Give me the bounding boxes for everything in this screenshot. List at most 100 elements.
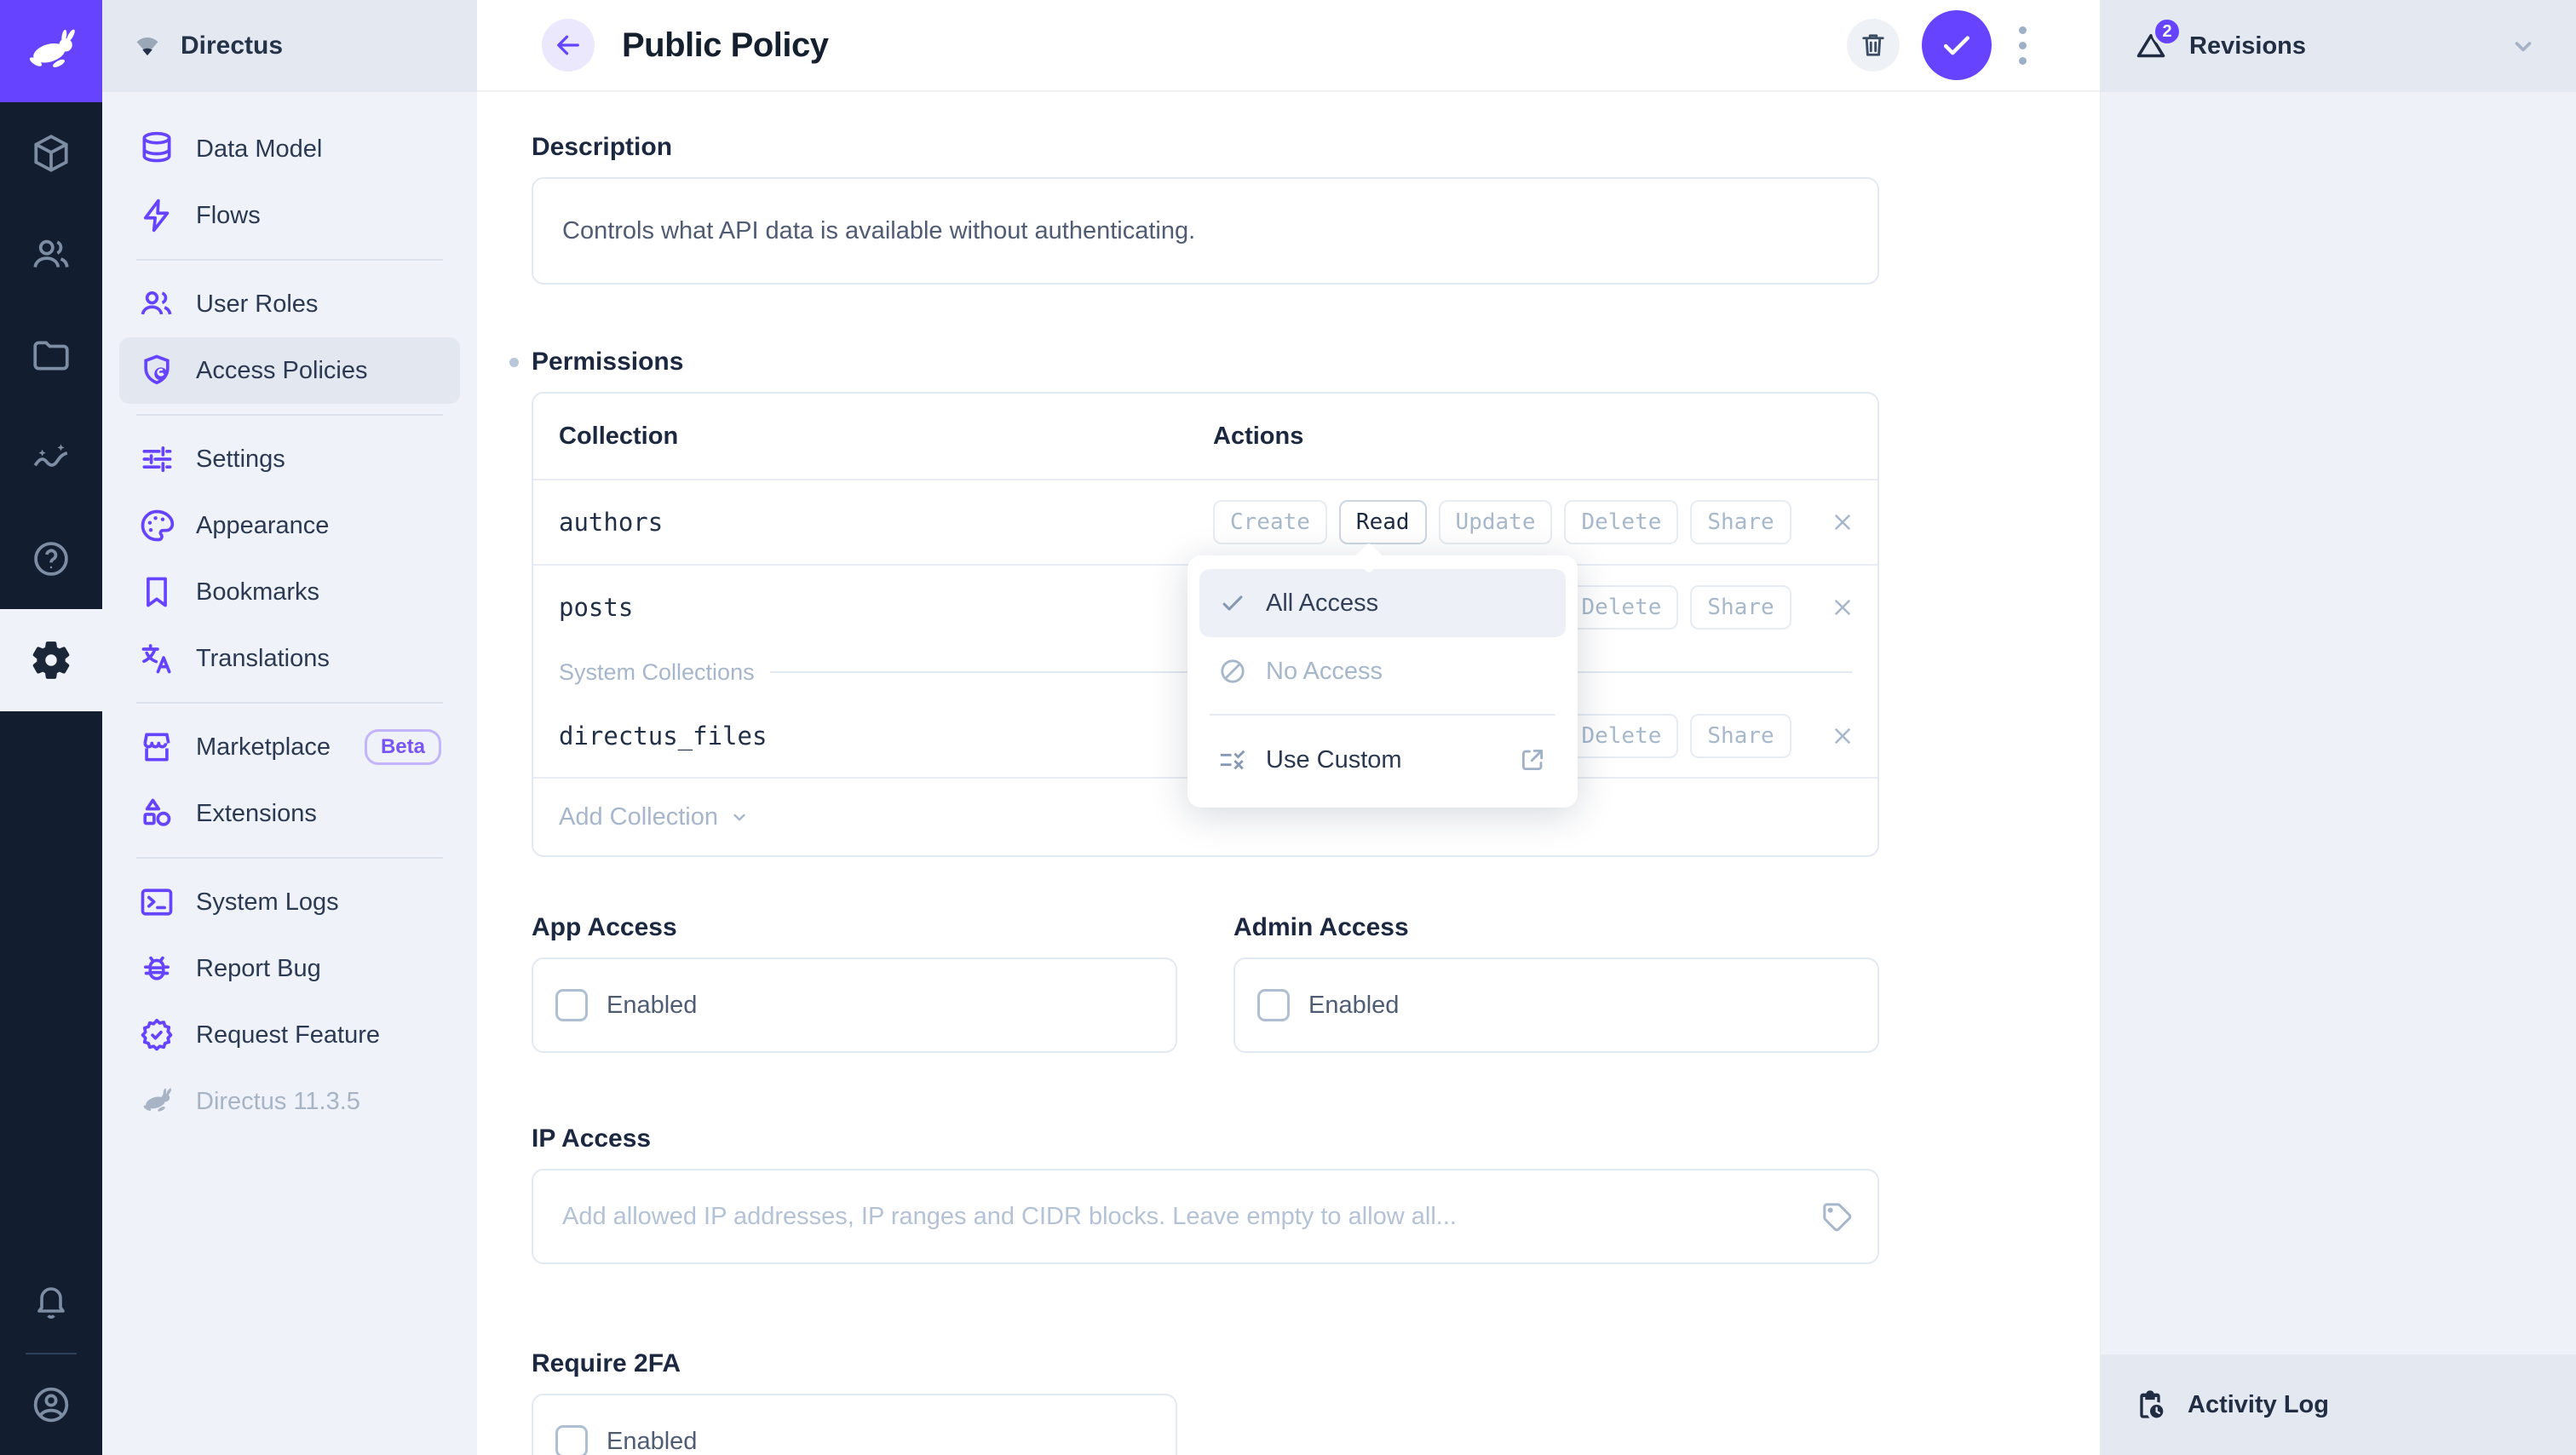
sidebar-item-label: Extensions (196, 800, 317, 828)
nav-divider (136, 857, 443, 859)
revisions-count-badge: 2 (2152, 16, 2182, 47)
module-content-button[interactable] (0, 102, 102, 204)
user-menu-button[interactable] (0, 1354, 102, 1455)
require-2fa-checkbox[interactable] (555, 1425, 588, 1455)
revisions-label: Revisions (2189, 32, 2306, 60)
collection-name: posts (533, 593, 1213, 622)
version-label: Directus 11.3.5 (196, 1088, 360, 1116)
sidebar-item-report-bug[interactable]: Report Bug (119, 935, 460, 1002)
rule-icon (1218, 745, 1247, 774)
table-row-authors: authors Create Read Update Delete Share (533, 479, 1877, 564)
action-delete-button[interactable]: Delete (1564, 714, 1678, 758)
gear-icon (29, 638, 73, 682)
admin-access-field: Admin Access Enabled (1233, 913, 1879, 1053)
tag-icon[interactable] (1820, 1199, 1854, 1234)
extensions-icon (138, 795, 175, 832)
sidebar-item-label: Access Policies (196, 357, 367, 385)
action-update-button[interactable]: Update (1439, 500, 1553, 544)
sidebar-item-label: Report Bug (196, 955, 321, 983)
action-share-button[interactable]: Share (1690, 500, 1791, 544)
sidebar-item-request-feature[interactable]: Request Feature (119, 1002, 460, 1068)
app-access-box: Enabled (532, 958, 1177, 1053)
right-sidebar: 2 Revisions Activity Log (2100, 0, 2576, 1455)
sidebar-item-label: Marketplace (196, 733, 331, 762)
sidebar-item-data-model[interactable]: Data Model (119, 116, 460, 182)
sidebar-item-label: Request Feature (196, 1021, 380, 1050)
action-delete-button[interactable]: Delete (1564, 500, 1678, 544)
sidebar-item-user-roles[interactable]: User Roles (119, 271, 460, 337)
module-settings-button[interactable] (0, 609, 102, 711)
module-files-button[interactable] (0, 305, 102, 406)
account-icon (30, 1383, 72, 1426)
module-insights-button[interactable] (0, 406, 102, 508)
revisions-toggle[interactable]: 2 Revisions (2101, 0, 2576, 92)
app-access-label: App Access (532, 913, 677, 942)
open-in-new-icon (1518, 745, 1547, 774)
main-area: Public Policy Description Permissions (477, 0, 2100, 1455)
bell-icon (31, 1281, 72, 1322)
beta-badge: Beta (365, 729, 441, 765)
action-share-button[interactable]: Share (1690, 714, 1791, 758)
require-2fa-label: Require 2FA (532, 1349, 681, 1378)
action-delete-button[interactable]: Delete (1564, 585, 1678, 630)
action-create-button[interactable]: Create (1213, 500, 1327, 544)
help-icon (30, 538, 72, 580)
require-2fa-field: Require 2FA Enabled (532, 1349, 1934, 1455)
ip-access-field: IP Access (532, 1124, 1934, 1264)
menu-item-no-access[interactable]: No Access (1199, 637, 1566, 705)
require-2fa-box: Enabled (532, 1394, 1177, 1455)
remove-collection-button[interactable] (1830, 595, 1855, 620)
sidebar-item-translations[interactable]: Translations (119, 625, 460, 692)
back-button[interactable] (542, 19, 595, 72)
sidebar-item-appearance[interactable]: Appearance (119, 492, 460, 559)
remove-collection-button[interactable] (1830, 723, 1855, 749)
sidebar-item-settings[interactable]: Settings (119, 426, 460, 492)
context-menu-button[interactable] (2014, 21, 2032, 70)
trash-icon (1858, 30, 1889, 60)
remove-collection-button[interactable] (1830, 509, 1855, 535)
column-header-collection: Collection (533, 423, 1213, 451)
chevron-down-icon (2508, 31, 2539, 61)
action-read-button[interactable]: Read (1339, 500, 1427, 544)
sidebar-item-label: Bookmarks (196, 578, 319, 607)
delete-button[interactable] (1847, 19, 1900, 72)
activity-log-button[interactable]: Activity Log (2101, 1354, 2576, 1455)
admin-access-checkbox[interactable] (1257, 989, 1290, 1021)
sidebar-item-extensions[interactable]: Extensions (119, 780, 460, 847)
page-title: Public Policy (622, 26, 828, 65)
nav-divider (136, 414, 443, 416)
palette-icon (138, 507, 175, 544)
save-button[interactable] (1922, 10, 1992, 80)
project-header[interactable]: Directus (102, 0, 477, 92)
notifications-button[interactable] (0, 1251, 102, 1353)
sidebar-item-system-logs[interactable]: System Logs (119, 869, 460, 935)
menu-item-use-custom[interactable]: Use Custom (1199, 724, 1566, 796)
sidebar-version: Directus 11.3.5 (119, 1068, 460, 1135)
collection-name: authors (533, 508, 1213, 537)
sidebar-item-label: User Roles (196, 290, 318, 319)
module-users-button[interactable] (0, 204, 102, 305)
rabbit-logo-icon (20, 28, 82, 74)
menu-item-all-access[interactable]: All Access (1199, 569, 1566, 637)
sidebar-item-marketplace[interactable]: Marketplace Beta (119, 714, 460, 780)
column-header-actions: Actions (1213, 423, 1303, 451)
users-icon (30, 233, 72, 276)
permissions-label: Permissions (532, 348, 683, 377)
sidebar-item-bookmarks[interactable]: Bookmarks (119, 559, 460, 625)
activity-log-icon (2133, 1388, 2167, 1422)
module-help-button[interactable] (0, 508, 102, 609)
app-access-checkbox[interactable] (555, 989, 588, 1021)
sidebar-item-label: Appearance (196, 512, 329, 540)
verified-icon (138, 1016, 175, 1054)
action-share-button[interactable]: Share (1690, 585, 1791, 630)
permissions-table-header: Collection Actions (533, 394, 1877, 479)
ip-access-input[interactable] (533, 1170, 1820, 1262)
sidebar-item-access-policies[interactable]: Access Policies (119, 337, 460, 404)
directus-logo[interactable] (0, 0, 102, 102)
description-label: Description (532, 133, 672, 162)
app-access-field: App Access Enabled (532, 913, 1177, 1053)
description-input[interactable] (532, 177, 1879, 285)
sidebar-item-flows[interactable]: Flows (119, 182, 460, 249)
check-icon (1218, 589, 1247, 618)
close-icon (1830, 723, 1855, 749)
